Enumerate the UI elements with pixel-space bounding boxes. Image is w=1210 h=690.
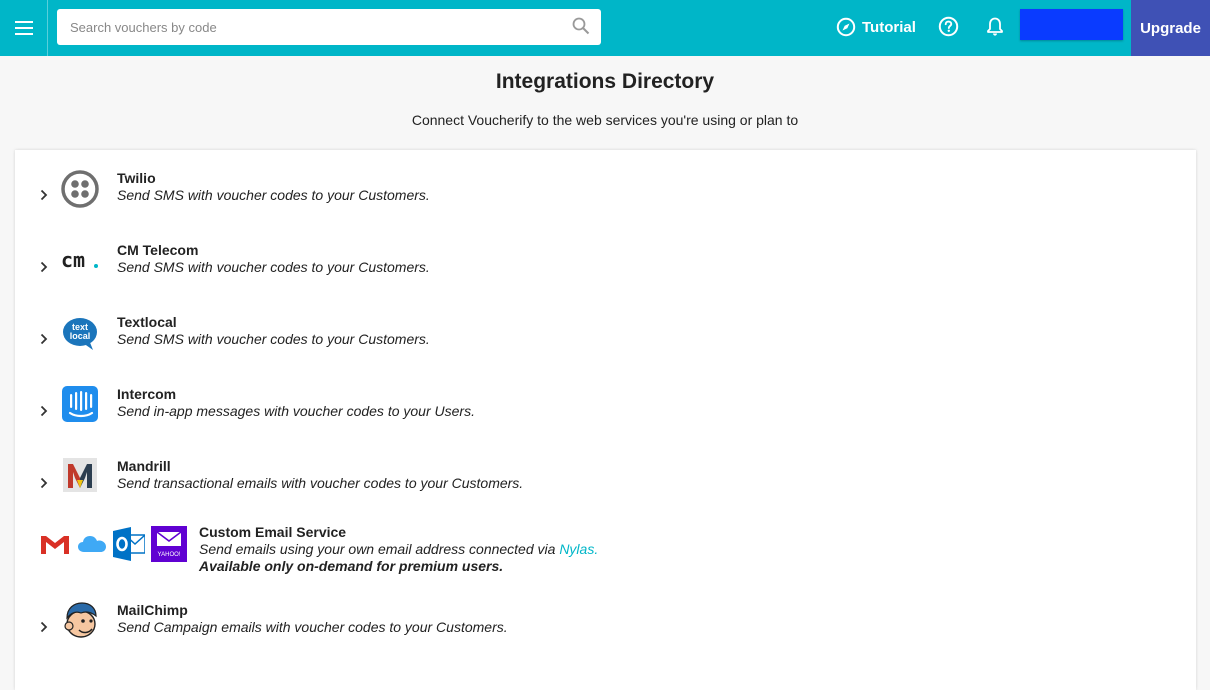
integration-description-text: Send emails using your own email address… [199, 541, 556, 557]
yahoo-icon: YAHOO! [151, 526, 187, 562]
gmail-icon [40, 534, 70, 554]
mandrill-icon: M [63, 458, 97, 492]
expand-chevron[interactable] [37, 331, 51, 347]
expand-chevron[interactable] [37, 403, 51, 419]
integration-description: Send SMS with voucher codes to your Cust… [117, 331, 430, 347]
icloud-icon [78, 536, 106, 552]
email-provider-logos: YAHOO! [39, 524, 187, 564]
tutorial-button[interactable]: Tutorial [836, 16, 916, 38]
textlocal-logo-text-2: local [70, 331, 91, 341]
integration-item-custom-email-service[interactable]: YAHOO! Custom Email Service Send emails … [15, 524, 1196, 604]
integration-item-mandrill[interactable]: M Mandrill Send transactional emails wit… [15, 458, 1196, 518]
chevron-right-icon [40, 405, 48, 417]
premium-note: Available only on-demand for premium use… [199, 558, 504, 574]
chevron-right-icon [40, 261, 48, 273]
integration-description: Send in-app messages with voucher codes … [117, 403, 475, 419]
integration-name: Mandrill [117, 458, 171, 474]
search-icon[interactable] [572, 17, 590, 35]
integrations-card: Twilio Send SMS with voucher codes to yo… [15, 150, 1196, 690]
search-input[interactable] [57, 18, 552, 36]
bell-icon[interactable] [986, 16, 1004, 37]
chevron-right-icon [40, 333, 48, 345]
chevron-right-icon [40, 477, 48, 489]
integration-name: CM Telecom [117, 242, 199, 258]
integration-description: Send transactional emails with voucher c… [117, 475, 524, 491]
integration-description: Send emails using your own email address… [199, 541, 598, 557]
page-title: Integrations Directory [495, 70, 715, 93]
hamburger-menu-icon [14, 21, 33, 35]
integration-description: Send SMS with voucher codes to your Cust… [117, 187, 430, 203]
expand-chevron[interactable] [37, 259, 51, 275]
menu-button[interactable] [0, 0, 48, 56]
intercom-icon [62, 386, 98, 422]
expand-chevron[interactable] [37, 475, 51, 491]
upgrade-label: Upgrade [1140, 19, 1201, 37]
integration-item-cm-telecom[interactable]: cm CM Telecom Send SMS with voucher code… [15, 242, 1196, 302]
integration-name: MailChimp [117, 602, 188, 618]
integration-description: Send SMS with voucher codes to your Cust… [117, 259, 430, 275]
nylas-link[interactable]: Nylas. [559, 541, 598, 557]
help-icon[interactable] [938, 16, 959, 37]
account-button[interactable] [1020, 9, 1123, 40]
upgrade-button[interactable]: Upgrade [1131, 0, 1210, 56]
cm-telecom-icon: cm [61, 248, 98, 272]
yahoo-logo-text: YAHOO! [158, 552, 181, 558]
expand-chevron[interactable] [37, 619, 51, 635]
twilio-icon [61, 170, 99, 208]
search-box [57, 9, 601, 45]
integration-item-textlocal[interactable]: text local Textlocal Send SMS with vouch… [15, 314, 1196, 374]
tutorial-label: Tutorial [862, 18, 916, 36]
integration-name: Custom Email Service [199, 524, 347, 540]
integration-item-intercom[interactable]: Intercom Send in-app messages with vouch… [15, 386, 1196, 446]
expand-chevron[interactable] [37, 187, 51, 203]
chevron-right-icon [40, 189, 48, 201]
integration-description: Send Campaign emails with voucher codes … [117, 619, 508, 635]
textlocal-icon: text local [63, 318, 97, 350]
integration-item-twilio[interactable]: Twilio Send SMS with voucher codes to yo… [15, 170, 1196, 230]
integration-item-mailchimp[interactable]: MailChimp Send Campaign emails with vouc… [15, 602, 1196, 662]
mailchimp-icon [64, 602, 97, 638]
integration-name: Textlocal [117, 314, 177, 330]
integration-name: Twilio [117, 170, 156, 186]
cm-logo-text: cm [61, 248, 85, 272]
top-bar: Tutorial Upgrade [0, 0, 1210, 56]
compass-icon [836, 17, 856, 37]
page-subtitle: Connect Voucherify to the web services y… [411, 112, 799, 128]
outlook-icon [113, 527, 145, 561]
integration-name: Intercom [117, 386, 177, 402]
chevron-right-icon [40, 621, 48, 633]
